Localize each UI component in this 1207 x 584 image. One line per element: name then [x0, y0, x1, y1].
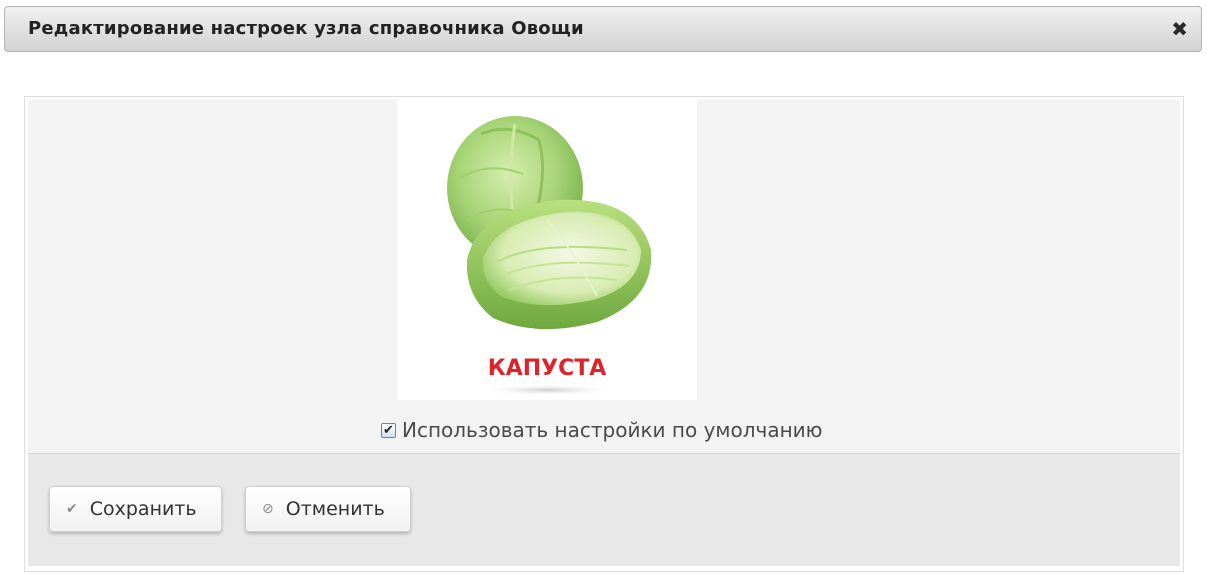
cabbage-image: КАПУСТА [447, 116, 652, 396]
save-button-label: Сохранить [89, 498, 197, 520]
cancel-icon: ⊘ [262, 501, 274, 517]
cancel-button-label: Отменить [285, 498, 385, 520]
use-defaults-checkbox[interactable]: ✔ [381, 422, 396, 438]
close-icon[interactable]: ✖ [1171, 18, 1188, 40]
image-caption: КАПУСТА [488, 356, 607, 381]
dialog-footer: ✔ Сохранить ⊘ Отменить [28, 454, 1180, 566]
dialog-title: Редактирование настроек узла справочника… [28, 18, 584, 39]
cancel-button[interactable]: ⊘ Отменить [245, 486, 411, 532]
dialog-panel: КАПУСТА ✔ Использовать настройки по умол… [24, 96, 1184, 572]
dialog-titlebar: Редактирование настроек узла справочника… [4, 6, 1202, 52]
save-button[interactable]: ✔ Сохранить [49, 486, 222, 532]
use-defaults-row: ✔ Использовать настройки по умолчанию [381, 417, 823, 443]
node-image: КАПУСТА [397, 100, 697, 400]
checkmark-icon: ✔ [66, 501, 78, 517]
settings-content: КАПУСТА ✔ Использовать настройки по умол… [28, 100, 1180, 454]
use-defaults-label[interactable]: Использовать настройки по умолчанию [402, 418, 823, 442]
